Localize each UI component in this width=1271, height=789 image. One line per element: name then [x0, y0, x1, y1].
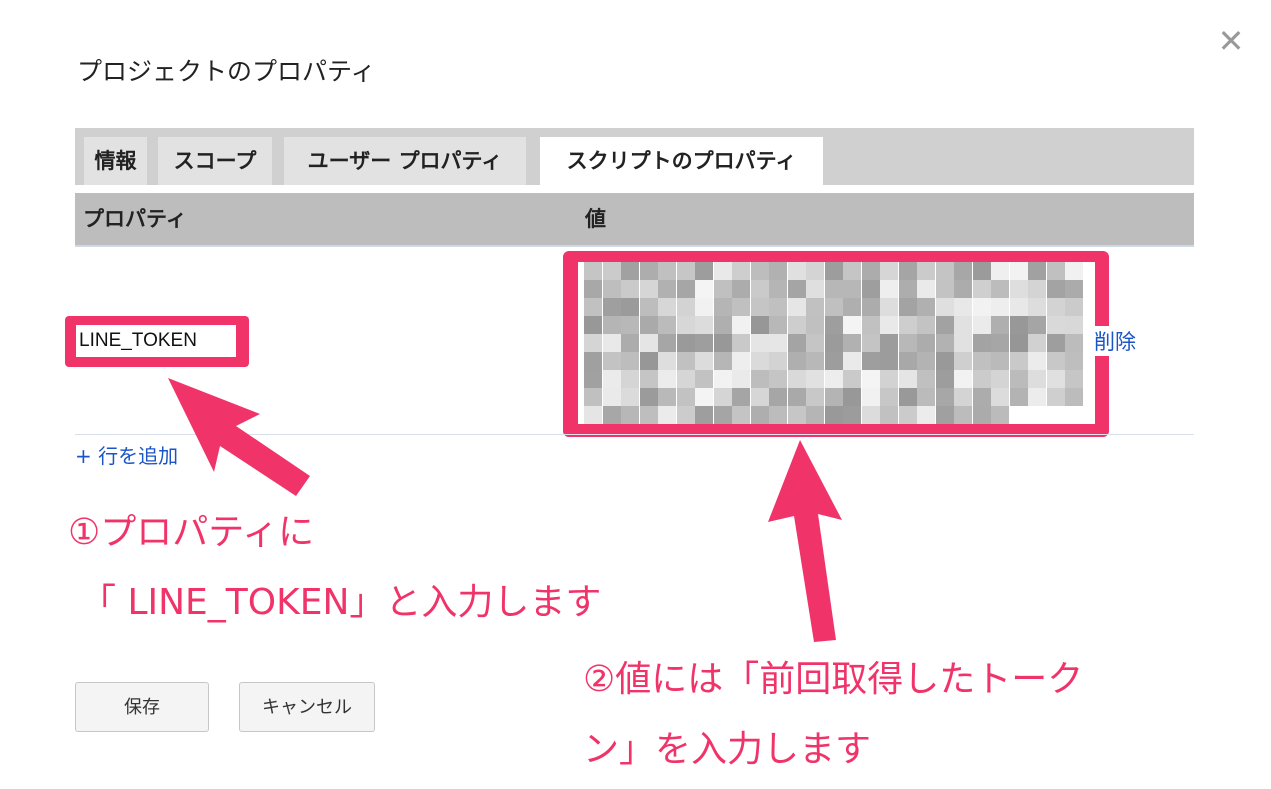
arrow-to-property [168, 378, 310, 496]
cancel-button[interactable]: キャンセル [239, 682, 375, 732]
arrow-to-value [768, 440, 842, 642]
annotation-step2-line1: ②値には「前回取得したトーク [583, 659, 1084, 700]
annotation-step2-line2: ン」を入力します [583, 729, 872, 770]
save-button[interactable]: 保存 [75, 682, 209, 732]
annotation-step1-line2: 「 LINE_TOKEN」と入力します [80, 582, 602, 623]
annotation-step1-line1: ①プロパティに [68, 512, 315, 553]
